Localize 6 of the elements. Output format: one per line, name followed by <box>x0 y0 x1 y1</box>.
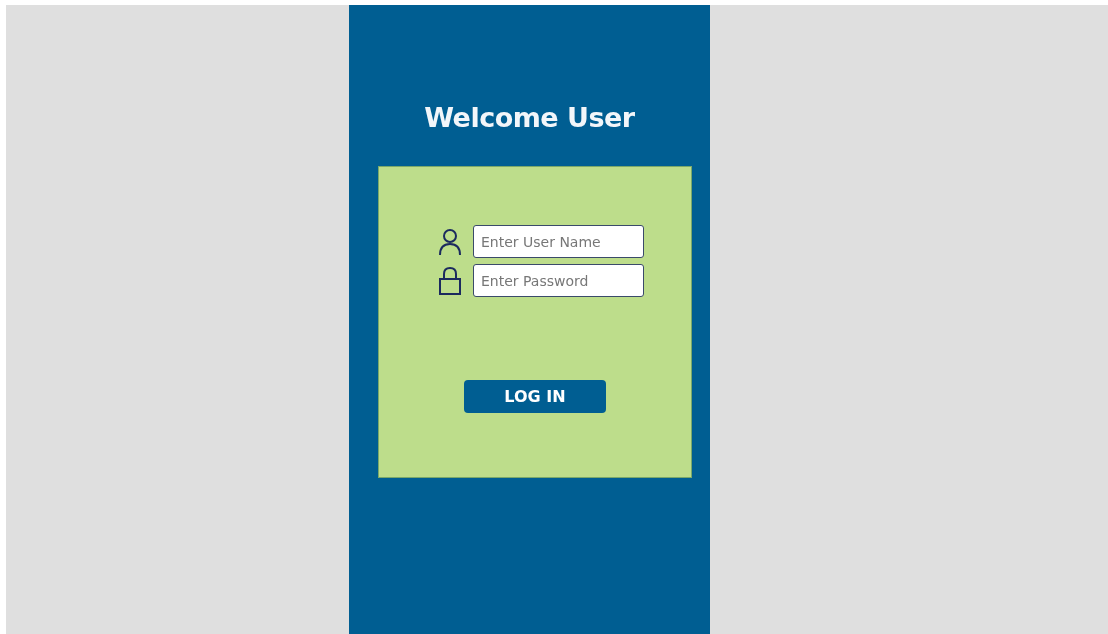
login-button[interactable]: LOG IN <box>464 380 606 413</box>
lock-icon <box>438 265 462 296</box>
password-field[interactable]: Enter Password <box>473 264 644 297</box>
user-icon <box>438 227 462 256</box>
welcome-title: Welcome User <box>423 101 636 135</box>
username-field[interactable]: Enter User Name <box>473 225 644 258</box>
